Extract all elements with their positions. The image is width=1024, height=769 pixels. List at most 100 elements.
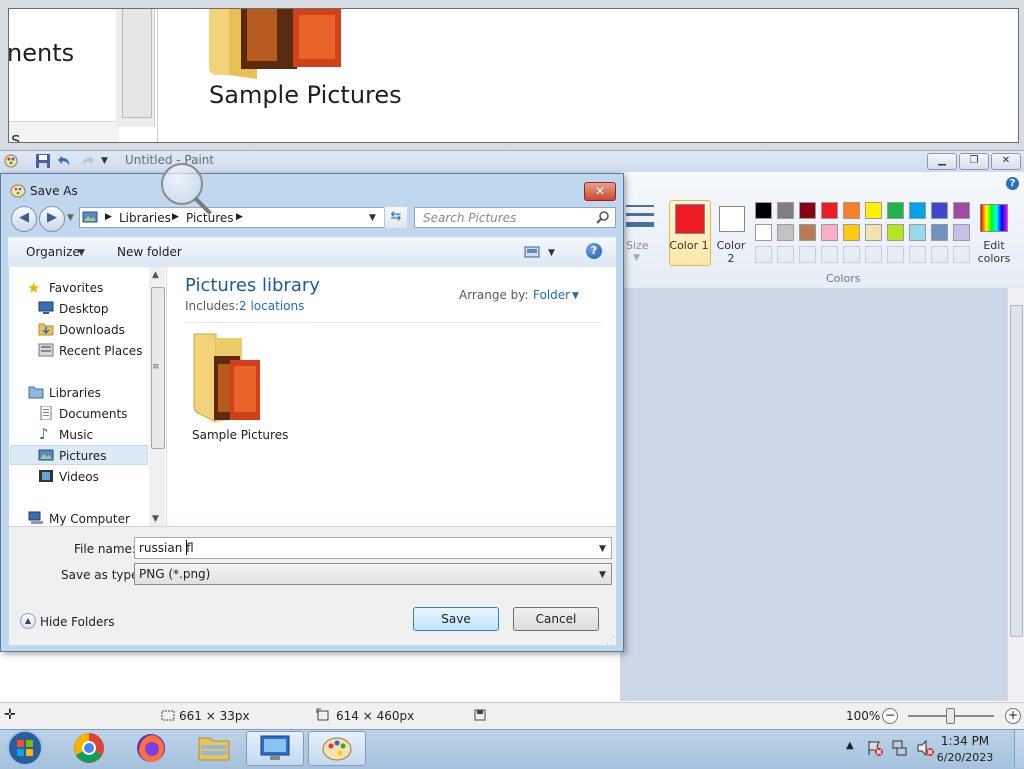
quick-access-dropdown-icon[interactable]: ▼ <box>101 156 108 166</box>
chrome-icon[interactable] <box>73 732 105 764</box>
breadcrumb-separator-icon[interactable]: ▶ <box>172 212 179 222</box>
palette-swatch[interactable] <box>953 224 970 241</box>
dialog-close-button[interactable]: ✕ <box>584 182 616 201</box>
nav-scroll-up-icon[interactable]: ▲ <box>152 270 159 280</box>
palette-swatch[interactable] <box>799 202 816 219</box>
organize-button[interactable]: Organize <box>26 245 80 259</box>
clock-time[interactable]: 1:34 PM <box>935 734 995 748</box>
palette-swatch[interactable] <box>909 202 926 219</box>
palette-empty-swatch[interactable] <box>953 246 970 263</box>
palette-empty-swatch[interactable] <box>865 246 882 263</box>
breadcrumb-separator-icon[interactable]: ▶ <box>105 212 112 222</box>
address-dropdown-icon[interactable]: ▼ <box>369 213 376 223</box>
palette-swatch[interactable] <box>865 224 882 241</box>
restore-button[interactable]: ❐ <box>959 153 989 170</box>
palette-swatch[interactable] <box>755 224 772 241</box>
show-hidden-icons-icon[interactable]: ▲ <box>846 740 854 751</box>
nav-videos[interactable]: Videos <box>59 470 99 484</box>
zoom-slider-thumb[interactable] <box>946 708 955 724</box>
breadcrumb-libraries[interactable]: Libraries <box>119 211 171 225</box>
size-lines-icon[interactable] <box>626 205 654 235</box>
redo-icon[interactable] <box>79 153 95 169</box>
network-icon[interactable] <box>891 739 909 757</box>
nav-pictures[interactable]: Pictures <box>59 449 107 463</box>
arrange-dropdown-icon[interactable]: ▼ <box>572 291 579 301</box>
new-folder-button[interactable]: New folder <box>117 245 182 259</box>
dialog-help-icon[interactable]: ? <box>586 243 602 259</box>
palette-empty-swatch[interactable] <box>909 246 926 263</box>
file-name-dropdown-icon[interactable]: ▼ <box>599 544 606 554</box>
color2-swatch[interactable] <box>719 206 745 232</box>
start-button-icon[interactable] <box>4 729 46 768</box>
nav-my-computer[interactable]: My Computer <box>49 512 130 526</box>
resize-grip-icon[interactable]: ⋰ <box>606 636 615 646</box>
file-explorer-icon[interactable] <box>197 732 231 764</box>
edit-colors-icon[interactable] <box>980 204 1008 232</box>
forward-button[interactable]: ▶ <box>39 206 65 232</box>
paint-scroll-thumb[interactable] <box>1010 305 1023 637</box>
help-icon[interactable]: ? <box>1006 177 1019 190</box>
palette-swatch[interactable] <box>821 202 838 219</box>
breadcrumb-separator-icon[interactable]: ▶ <box>236 212 243 222</box>
minimize-button[interactable]: ▁ <box>927 153 957 170</box>
palette-swatch[interactable] <box>843 224 860 241</box>
volume-muted-icon[interactable] <box>916 739 934 757</box>
change-view-icon[interactable] <box>524 245 540 259</box>
palette-swatch[interactable] <box>931 224 948 241</box>
file-name-field[interactable] <box>134 537 612 559</box>
paint-canvas[interactable]: s nents Sample Pictures <box>8 8 1019 143</box>
palette-empty-swatch[interactable] <box>887 246 904 263</box>
size-dropdown-icon[interactable]: ▼ <box>633 253 640 263</box>
nav-documents[interactable]: Documents <box>59 407 127 421</box>
palette-swatch[interactable] <box>887 224 904 241</box>
palette-swatch[interactable] <box>799 224 816 241</box>
organize-dropdown-icon[interactable]: ▼ <box>78 248 85 258</box>
palette-swatch[interactable] <box>887 202 904 219</box>
action-center-flag-icon[interactable] <box>866 739 884 757</box>
save-as-type-dropdown-icon[interactable]: ▼ <box>599 570 606 580</box>
back-button[interactable]: ◀ <box>11 206 37 232</box>
palette-empty-swatch[interactable] <box>799 246 816 263</box>
palette-swatch[interactable] <box>931 202 948 219</box>
palette-empty-swatch[interactable] <box>777 246 794 263</box>
zoom-out-button[interactable]: − <box>882 708 898 724</box>
palette-swatch[interactable] <box>953 202 970 219</box>
save-button[interactable]: Save <box>413 607 499 631</box>
palette-empty-swatch[interactable] <box>843 246 860 263</box>
palette-swatch[interactable] <box>843 202 860 219</box>
firefox-icon[interactable] <box>135 732 167 764</box>
save-icon[interactable] <box>35 153 51 169</box>
zoom-in-button[interactable]: + <box>1005 708 1021 724</box>
paint-app-icon[interactable] <box>3 153 19 169</box>
nav-music[interactable]: Music <box>59 428 93 442</box>
hide-folders-chevron-icon[interactable]: ▲ <box>20 613 36 629</box>
nav-favorites[interactable]: Favorites <box>49 281 103 295</box>
palette-empty-swatch[interactable] <box>931 246 948 263</box>
view-dropdown-icon[interactable]: ▼ <box>548 248 555 258</box>
edit-colors-label[interactable]: Edit colors <box>972 239 1016 265</box>
sample-pictures-label[interactable]: Sample Pictures <box>192 428 288 442</box>
palette-swatch[interactable] <box>821 224 838 241</box>
hide-folders-button[interactable]: Hide Folders <box>40 615 115 629</box>
refresh-icon[interactable]: ⇆ <box>384 207 407 228</box>
nav-downloads[interactable]: Downloads <box>59 323 125 337</box>
palette-empty-swatch[interactable] <box>755 246 772 263</box>
palette-swatch[interactable] <box>777 202 794 219</box>
undo-icon[interactable] <box>57 153 73 169</box>
palette-swatch[interactable] <box>909 224 926 241</box>
nav-desktop[interactable]: Desktop <box>59 302 109 316</box>
recent-pages-dropdown-icon[interactable]: ▼ <box>67 213 74 223</box>
clock-date[interactable]: 6/20/2023 <box>935 751 995 764</box>
search-placeholder[interactable]: Search Pictures <box>423 211 516 225</box>
palette-swatch[interactable] <box>755 202 772 219</box>
search-icon[interactable] <box>596 211 610 225</box>
palette-swatch[interactable] <box>777 224 794 241</box>
save-as-type-value[interactable]: PNG (*.png) <box>139 567 210 581</box>
close-window-button[interactable]: ✕ <box>991 153 1021 170</box>
sample-pictures-folder-icon[interactable] <box>190 330 264 426</box>
nav-scroll-down-icon[interactable]: ▼ <box>152 514 159 524</box>
show-desktop-button[interactable] <box>1014 730 1024 768</box>
arrange-by-value[interactable]: Folder <box>533 288 570 302</box>
palette-empty-swatch[interactable] <box>821 246 838 263</box>
nav-recent-places[interactable]: Recent Places <box>59 344 142 358</box>
